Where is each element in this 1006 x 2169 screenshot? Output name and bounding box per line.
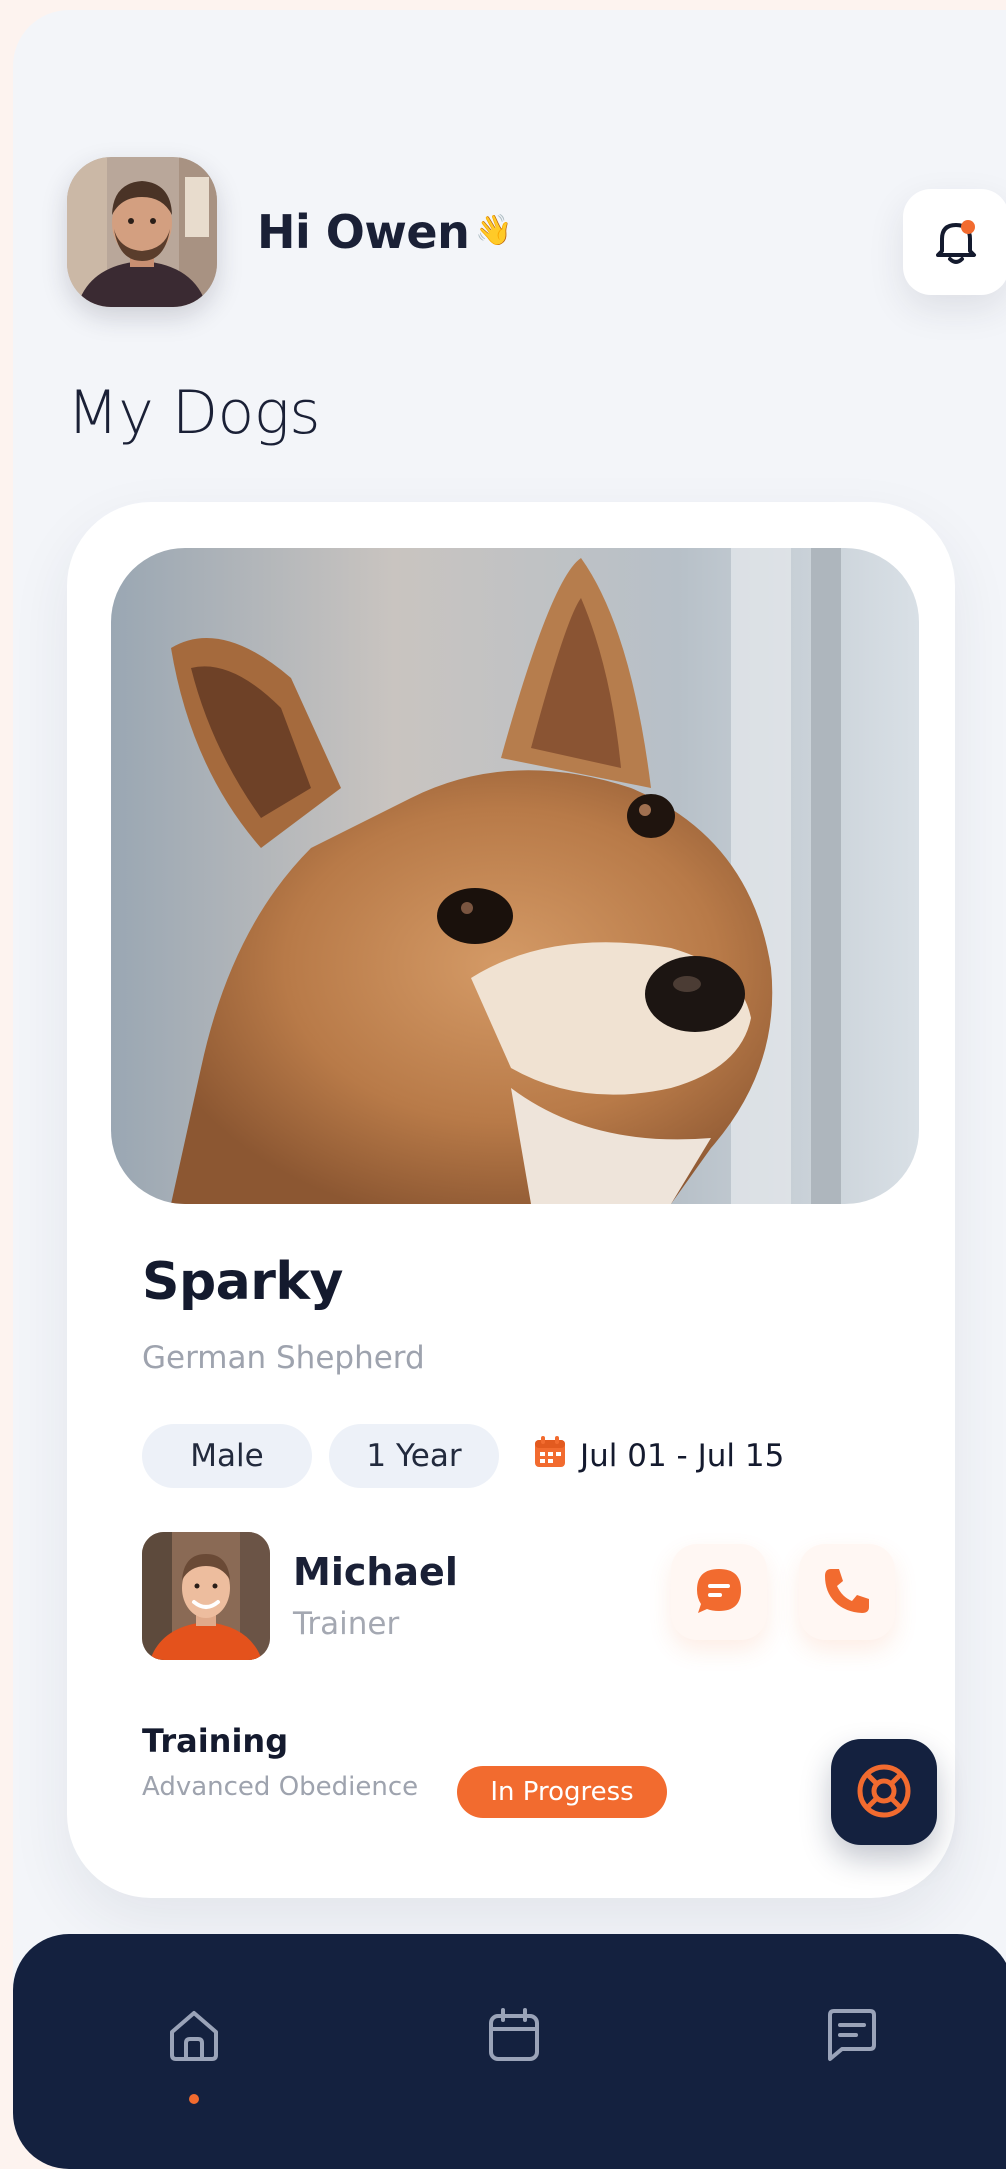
dog-photo: [111, 548, 919, 1204]
trainer-avatar[interactable]: [142, 1532, 270, 1660]
nav-active-indicator: [189, 2094, 199, 2104]
home-icon: [164, 2005, 224, 2069]
date-range-text: Jul 01 - Jul 15: [580, 1438, 785, 1474]
dog-breed: German Shepherd: [142, 1340, 425, 1376]
call-button[interactable]: [799, 1544, 895, 1640]
bell-icon: [928, 213, 984, 272]
nav-calendar[interactable]: [469, 1992, 559, 2082]
lifebuoy-icon: [855, 1762, 913, 1823]
gender-chip: Male: [142, 1424, 312, 1488]
wave-emoji: 👋: [475, 213, 513, 248]
nav-messages[interactable]: [807, 1992, 897, 2082]
greeting-title: Hi Owen 👋: [257, 205, 513, 259]
dog-name: Sparky: [142, 1252, 343, 1312]
unread-dot: [961, 219, 975, 234]
training-program: Advanced Obedience: [142, 1772, 419, 1802]
calendar-icon: [532, 1434, 568, 1478]
training-title: Training: [142, 1722, 289, 1760]
chat-button[interactable]: [671, 1544, 767, 1640]
user-avatar[interactable]: [67, 157, 217, 307]
greeting-text: Hi Owen: [257, 205, 470, 259]
header: Hi Owen 👋: [67, 157, 1006, 317]
notifications-button[interactable]: [903, 189, 1006, 295]
trainer-name: Michael: [293, 1550, 458, 1594]
messages-icon: [822, 2005, 882, 2069]
bottom-nav: [13, 1934, 1006, 2169]
app-screen: Hi Owen 👋 My Dogs Sparky German Shepherd…: [13, 10, 1006, 2169]
help-button[interactable]: [831, 1739, 937, 1845]
dog-card[interactable]: Sparky German Shepherd Male 1 Year Jul 0…: [67, 502, 955, 1898]
nav-home[interactable]: [149, 1992, 239, 2082]
phone-icon: [821, 1565, 873, 1620]
chat-icon: [693, 1565, 745, 1620]
trainer-role: Trainer: [293, 1606, 400, 1642]
page-title: My Dogs: [67, 378, 321, 448]
status-badge: In Progress: [457, 1766, 667, 1818]
date-range: Jul 01 - Jul 15: [532, 1433, 784, 1479]
age-chip: 1 Year: [329, 1424, 499, 1488]
calendar-icon: [484, 2005, 544, 2069]
